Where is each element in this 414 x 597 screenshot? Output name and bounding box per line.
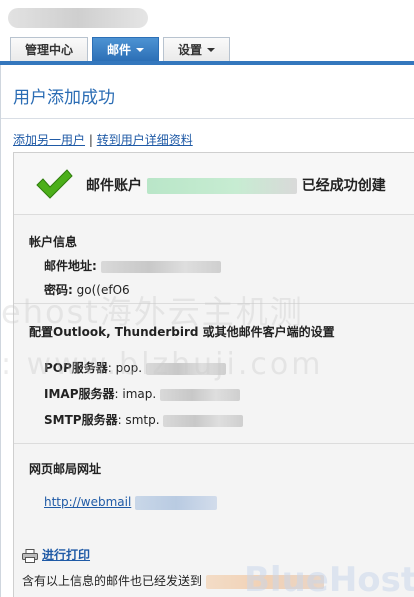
watermark-url: : www.blzhuji.com xyxy=(1,347,324,382)
tab-settings[interactable]: 设置 xyxy=(163,37,231,61)
webmail-url-field: http://webmail xyxy=(44,495,218,510)
watermark-logo: BlueHost xyxy=(244,560,414,597)
smtp-server-field: SMTP服务器: smtp. xyxy=(44,411,244,428)
success-message: 邮件账户 已经成功创建 xyxy=(86,178,386,194)
checkmark-icon xyxy=(36,169,73,199)
tab-mail[interactable]: 邮件 xyxy=(92,37,160,61)
page-title: 用户添加成功 xyxy=(13,88,115,108)
webmail-url-title: 网页邮局网址 xyxy=(29,462,102,476)
email-address-field: 邮件地址: xyxy=(44,257,221,274)
action-links: 添加另一用户 | 转到用户详细资料 xyxy=(13,131,193,148)
account-name-redacted xyxy=(146,178,297,194)
print-row: 进行打印 xyxy=(22,546,90,563)
print-link[interactable]: 进行打印 xyxy=(42,548,90,562)
tab-admin-center[interactable]: 管理中心 xyxy=(10,37,89,61)
main-nav-tabs: 管理中心 邮件 设置 xyxy=(10,37,231,61)
divider xyxy=(14,443,414,444)
link-separator: | xyxy=(88,133,93,147)
success-banner: 邮件账户 已经成功创建 xyxy=(14,153,414,215)
watermark-text: ehost海外云主机测 xyxy=(1,293,304,331)
email-value-redacted xyxy=(100,260,221,273)
imap-server-field: IMAP服务器: imap. xyxy=(44,385,240,402)
webmail-url-link[interactable]: http://webmail xyxy=(44,495,131,509)
smtp-server-redacted xyxy=(163,414,244,427)
top-bar: 管理中心 邮件 设置 xyxy=(0,0,414,62)
printer-icon xyxy=(22,548,38,563)
chevron-down-icon xyxy=(207,47,216,52)
brand-logo-redacted xyxy=(8,8,148,28)
account-info-title: 帐户信息 xyxy=(29,235,78,249)
imap-server-redacted xyxy=(160,388,240,401)
title-divider xyxy=(1,118,414,119)
chevron-down-icon xyxy=(136,47,145,52)
go-to-user-details-link[interactable]: 转到用户详细资料 xyxy=(97,133,193,147)
add-another-user-link[interactable]: 添加另一用户 xyxy=(13,133,85,147)
content-area: 用户添加成功 添加另一用户 | 转到用户详细资料 邮件账户 已经成功创建 帐户信… xyxy=(0,65,414,597)
webmail-domain-redacted xyxy=(135,495,218,510)
